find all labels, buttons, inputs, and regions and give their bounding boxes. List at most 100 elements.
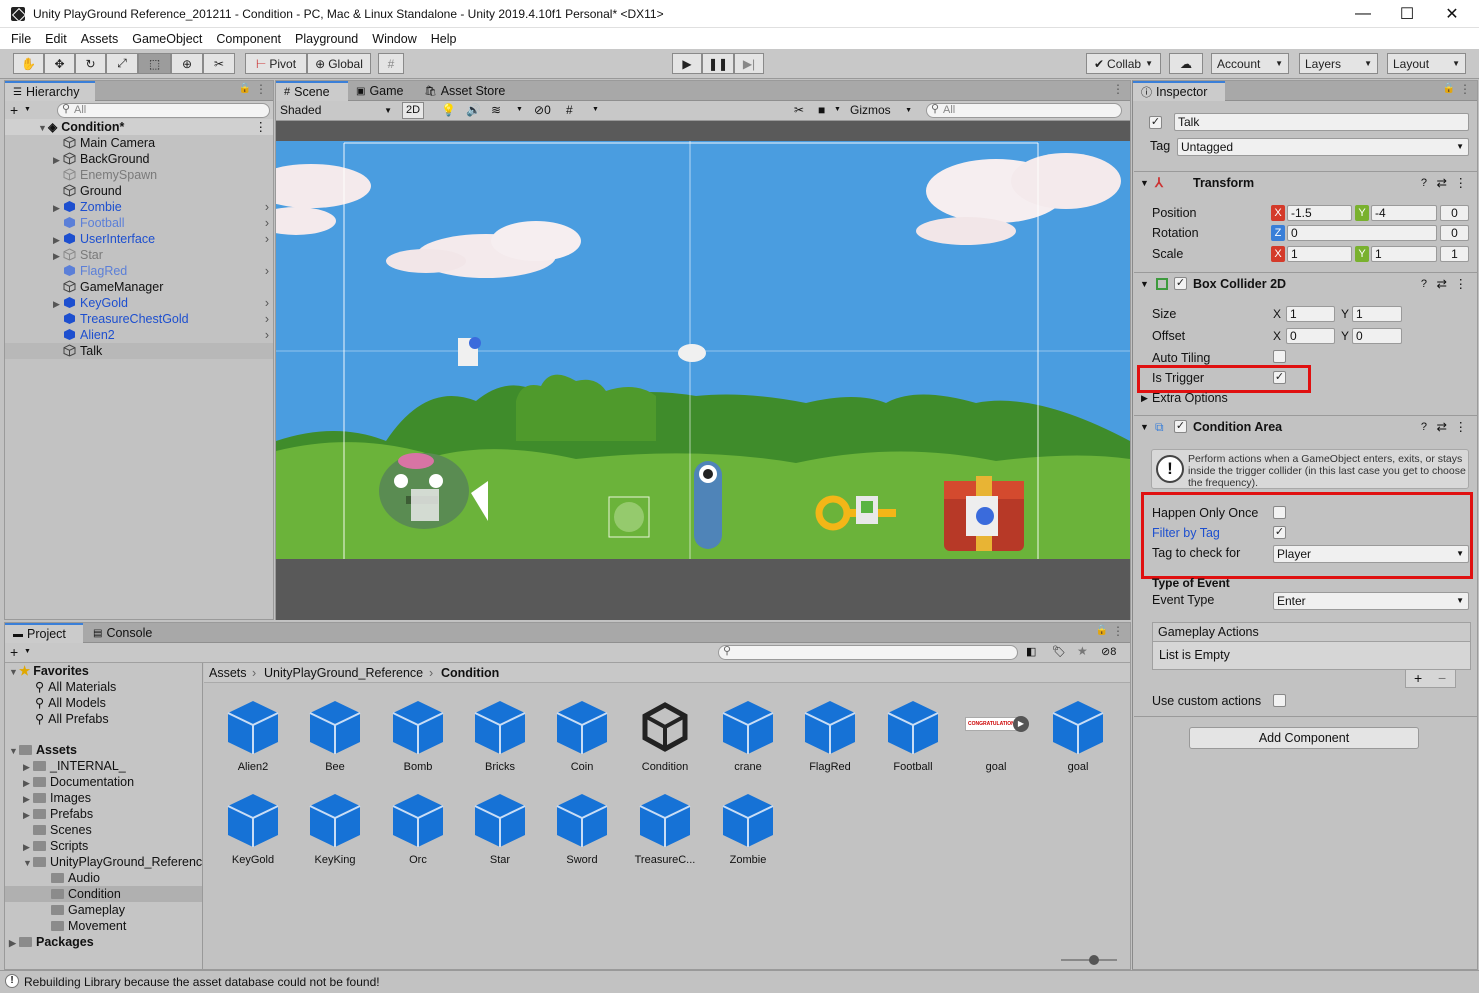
object-name-input[interactable]: Talk bbox=[1174, 113, 1469, 131]
chevron-down-icon[interactable]: ▼ bbox=[24, 648, 31, 655]
tab-hierarchy[interactable]: ☰ Hierarchy bbox=[5, 81, 95, 101]
breadcrumb-item[interactable]: UnityPlayGround_Reference bbox=[264, 663, 423, 683]
asset-item[interactable]: TreasureC... bbox=[624, 788, 706, 878]
camera-icon[interactable]: ■ bbox=[818, 103, 825, 117]
menu-file[interactable]: File bbox=[4, 32, 38, 46]
scale-tool-icon[interactable]: ⤢ bbox=[106, 53, 138, 74]
scene-viewport[interactable] bbox=[276, 141, 1130, 559]
folder-row[interactable]: ▶ Images bbox=[23, 790, 91, 806]
position-z-input[interactable]: 0 bbox=[1440, 205, 1469, 221]
position-x-input[interactable]: -1.5 bbox=[1287, 205, 1352, 221]
favorite-item[interactable]: ⚲ All Prefabs bbox=[35, 711, 109, 727]
layers-dropdown[interactable]: Layers ▼ bbox=[1299, 53, 1378, 74]
auto-tiling-checkbox[interactable] bbox=[1273, 350, 1286, 363]
box-collider-header[interactable]: ▼ ✓ Box Collider 2D ? ⇄ ⋮ bbox=[1134, 272, 1477, 294]
favorite-item[interactable]: ⚲ All Materials bbox=[35, 679, 116, 695]
subfolder-row[interactable]: Movement bbox=[51, 918, 126, 934]
hierarchy-item[interactable]: Ground bbox=[5, 183, 273, 199]
size-x-input[interactable]: 1 bbox=[1286, 306, 1335, 322]
effects-icon[interactable]: ≋ bbox=[491, 103, 501, 117]
transform-tool-icon[interactable]: ⊕ bbox=[171, 53, 203, 74]
asset-item[interactable]: FlagRed bbox=[789, 695, 871, 785]
folder-row[interactable]: ▶ Documentation bbox=[23, 774, 134, 790]
tab-project[interactable]: ▬ Project bbox=[5, 623, 83, 643]
breadcrumb-item[interactable]: Condition bbox=[441, 663, 499, 683]
help-icon[interactable]: ? bbox=[1421, 416, 1427, 438]
folder-row[interactable]: ▶ Scripts bbox=[23, 838, 88, 854]
favorites-row[interactable]: ▼★ Favorites bbox=[9, 663, 89, 679]
panel-menu-icon[interactable]: ⋮ bbox=[1112, 82, 1124, 96]
asset-item[interactable]: Alien2 bbox=[212, 695, 294, 785]
folder-row[interactable]: ▶ Prefabs bbox=[23, 806, 93, 822]
hierarchy-item[interactable]: ▶ Star bbox=[5, 247, 273, 263]
asset-item[interactable]: KeyKing bbox=[294, 788, 376, 878]
create-add-icon[interactable]: + bbox=[10, 644, 18, 660]
assets-root-row[interactable]: ▼ Assets bbox=[9, 742, 77, 758]
open-prefab-icon[interactable]: › bbox=[265, 199, 269, 215]
asset-item[interactable]: goal bbox=[1037, 695, 1119, 785]
chevron-down-icon[interactable]: ▼ bbox=[592, 106, 599, 113]
subfolder-row[interactable]: Audio bbox=[51, 870, 100, 886]
help-icon[interactable]: ? bbox=[1421, 172, 1427, 194]
tab-asset-store[interactable]: 🛍 Asset Store bbox=[416, 81, 513, 101]
panel-menu-icon[interactable]: ⋮ bbox=[255, 82, 267, 96]
tools-icon[interactable]: ✂ bbox=[794, 103, 804, 117]
project-search-input[interactable] bbox=[718, 645, 1018, 660]
asset-item[interactable]: Zombie bbox=[707, 788, 789, 878]
asset-item[interactable]: Star bbox=[459, 788, 541, 878]
step-button[interactable]: ▶| bbox=[734, 53, 764, 74]
open-prefab-icon[interactable]: › bbox=[265, 231, 269, 247]
expand-arrow-icon[interactable]: ▶ bbox=[1141, 393, 1148, 404]
open-prefab-icon[interactable]: › bbox=[265, 311, 269, 327]
scale-z-input[interactable]: 1 bbox=[1440, 246, 1469, 262]
tab-console[interactable]: ▤ Console bbox=[85, 623, 160, 643]
hierarchy-item[interactable]: ▶ Zombie › bbox=[5, 199, 273, 215]
asset-item[interactable]: Bomb bbox=[377, 695, 459, 785]
asset-item[interactable]: Orc bbox=[377, 788, 459, 878]
hierarchy-item[interactable]: Alien2 › bbox=[5, 327, 273, 343]
zoom-slider-thumb[interactable] bbox=[1089, 955, 1099, 965]
minimize-button[interactable]: — bbox=[1340, 0, 1386, 28]
gizmos-dropdown[interactable]: Gizmos ▼ bbox=[846, 102, 916, 119]
tab-inspector[interactable]: ⓘ Inspector bbox=[1133, 81, 1225, 101]
menu-help[interactable]: Help bbox=[424, 32, 464, 46]
close-button[interactable]: ✕ bbox=[1429, 0, 1475, 28]
lock-icon[interactable]: 🔒 bbox=[239, 83, 251, 94]
menu-component[interactable]: Component bbox=[209, 32, 288, 46]
hidden-packages-icon[interactable]: ⊘8 bbox=[1101, 645, 1116, 658]
hierarchy-item[interactable]: Talk bbox=[5, 343, 273, 359]
tag-dropdown[interactable]: Untagged ▼ bbox=[1177, 138, 1469, 156]
hierarchy-search-input[interactable]: All bbox=[57, 103, 270, 118]
grid-snap-icon[interactable]: # bbox=[566, 103, 573, 117]
menu-gameobject[interactable]: GameObject bbox=[125, 32, 209, 46]
use-custom-actions-checkbox[interactable] bbox=[1273, 694, 1286, 707]
2d-toggle[interactable]: 2D bbox=[402, 102, 424, 119]
offset-x-input[interactable]: 0 bbox=[1286, 328, 1335, 344]
layout-dropdown[interactable]: Layout ▼ bbox=[1387, 53, 1466, 74]
offset-y-input[interactable]: 0 bbox=[1352, 328, 1402, 344]
preset-icon[interactable]: ⇄ bbox=[1437, 273, 1447, 295]
scene-search-input[interactable]: All bbox=[926, 103, 1122, 118]
lock-icon[interactable]: 🔒 bbox=[1096, 625, 1108, 636]
open-prefab-icon[interactable]: › bbox=[265, 263, 269, 279]
rotation-z-input[interactable]: 0 bbox=[1287, 225, 1437, 241]
asset-item[interactable]: CONGRATULATIONS ▶ goal bbox=[955, 695, 1037, 785]
open-prefab-icon[interactable]: › bbox=[265, 295, 269, 311]
open-prefab-icon[interactable]: › bbox=[265, 215, 269, 231]
folder-row[interactable]: ▶ _INTERNAL_ bbox=[23, 758, 126, 774]
hierarchy-item[interactable]: ▶ KeyGold › bbox=[5, 295, 273, 311]
rect-tool-icon[interactable]: ⬚ bbox=[138, 53, 171, 74]
component-enabled-checkbox[interactable]: ✓ bbox=[1174, 420, 1187, 433]
play-button[interactable]: ▶ bbox=[672, 53, 702, 74]
rotation-extra-input[interactable]: 0 bbox=[1440, 225, 1469, 241]
menu-playground[interactable]: Playground bbox=[288, 32, 365, 46]
scene-row[interactable]: ▼◈ Condition* ⋮ bbox=[5, 119, 273, 135]
move-tool-icon[interactable]: ✥ bbox=[44, 53, 75, 74]
menu-assets[interactable]: Assets bbox=[74, 32, 126, 46]
chevron-down-icon[interactable]: ▼ bbox=[24, 106, 31, 113]
component-enabled-checkbox[interactable]: ✓ bbox=[1174, 277, 1187, 290]
panel-menu-icon[interactable]: ⋮ bbox=[1459, 82, 1471, 96]
asset-item[interactable]: Sword bbox=[541, 788, 623, 878]
hidden-objects-icon[interactable]: ⊘0 bbox=[534, 103, 551, 117]
component-menu-icon[interactable]: ⋮ bbox=[1455, 416, 1468, 438]
